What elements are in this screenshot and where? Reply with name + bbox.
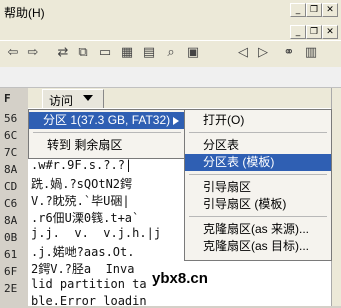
menu-item-partition-1[interactable]: 分区 1(37.3 GB, FAT32) (29, 112, 185, 129)
offset-value: 0B (4, 231, 18, 244)
submenu-item-label: 引导扇区 (模板) (203, 197, 287, 211)
offset-value: 7C (4, 146, 18, 159)
submenu-item-open[interactable]: 打开(O) (185, 112, 331, 129)
submenu-item-partition-table[interactable]: 分区表 (185, 137, 331, 154)
toolbar: ⇦ ⇨ ⇄ ⧉ ▭ ▦ ▤ ⌕ ▣ ◁ ▷ ⚭ ▥ (0, 40, 341, 68)
submenu-item-label: 分区表 (203, 138, 240, 152)
text-line: .w#r.9F.s.?.?| (31, 158, 133, 172)
chip-icon[interactable]: ▦ (118, 45, 136, 61)
chevron-down-icon (83, 95, 93, 101)
submenu-item-label: 克隆扇区(as 目标)... (203, 239, 310, 253)
grid-icon[interactable]: ▤ (140, 45, 158, 61)
restore-icon[interactable]: ❐ (306, 3, 322, 17)
forward-arrow-icon[interactable]: ⇨ (24, 45, 42, 61)
offset-value: 8A (4, 163, 18, 176)
sync-icon[interactable]: ⇄ (54, 45, 72, 61)
submenu-item-boot-sector-template[interactable]: 引导扇区 (模板) (185, 196, 331, 213)
disk-icon[interactable]: ▭ (96, 45, 114, 61)
binoculars-icon[interactable]: ⚭ (280, 45, 298, 61)
scrollbar[interactable] (331, 88, 341, 306)
menu-item-goto-remaining[interactable]: 转到 剩余扇区 (29, 137, 185, 154)
submenu-item-label: 分区表 (模板) (203, 155, 275, 169)
inner-minimize-icon[interactable]: _ (290, 25, 306, 39)
menu-item-label: 转到 剩余扇区 (47, 138, 123, 152)
text-line: .r6佃U溧0篯.t+a` (31, 211, 140, 225)
table-icon[interactable]: ▥ (302, 45, 320, 61)
chevron-right-icon (173, 117, 179, 125)
next-icon[interactable]: ▷ (254, 45, 272, 61)
text-line: j.j. v. v.j.h.|j (31, 226, 162, 240)
submenu-item-partition-table-template[interactable]: 分区表 (模板) (185, 154, 331, 171)
menu-help[interactable]: 帮助(H) (4, 4, 45, 21)
minimize-icon[interactable]: _ (290, 3, 306, 17)
partition-submenu: 打开(O) 分区表 分区表 (模板) 引导扇区 引导扇区 (模板) 克隆扇区(a… (184, 109, 332, 261)
menu-separator (189, 174, 327, 175)
inner-restore-icon[interactable]: ❐ (306, 25, 322, 39)
offset-value: 6F (4, 265, 18, 278)
offset-value: CD (4, 180, 18, 193)
visit-label: 访问 (49, 94, 74, 108)
offset-value: 61 (4, 248, 18, 261)
submenu-item-label: 克隆扇区(as 来源)... (203, 222, 310, 236)
submenu-item-label: 打开(O) (203, 113, 245, 127)
blank-strip (0, 67, 341, 88)
copy-icon[interactable]: ⧉ (74, 45, 92, 61)
text-line: 跣.媧.?sQOtN2鍔 (31, 177, 133, 191)
monitor-icon[interactable]: ▣ (184, 45, 202, 61)
inner-title-bar: _ ❐ ✕ (0, 24, 341, 40)
submenu-item-label: 引导扇区 (203, 180, 252, 194)
offset-value: 6C (4, 129, 18, 142)
offset-value: 2E (4, 282, 18, 295)
text-line: 2鍔V.?胫a Inva (31, 262, 135, 276)
menu-separator (189, 216, 327, 217)
offset-value: 56 (4, 112, 18, 125)
inner-close-icon[interactable]: ✕ (322, 25, 338, 39)
back-arrow-icon[interactable]: ⇦ (4, 45, 22, 61)
search-icon[interactable]: ⌕ (162, 45, 180, 61)
text-line: .j.婼哋?aas.Ot. (31, 245, 135, 259)
visit-button[interactable]: 访问 (42, 89, 104, 109)
submenu-item-boot-sector[interactable]: 引导扇区 (185, 179, 331, 196)
menu-separator (189, 132, 327, 133)
menu-bar: 帮助(H) _ ❐ ✕ (0, 0, 341, 25)
menu-separator (33, 132, 181, 133)
menu-item-label: 分区 1(37.3 GB, FAT32) (43, 113, 171, 127)
offset-column: F 56 6C 7C 8A CD C6 8A 0B 61 6F 2E (0, 88, 29, 306)
text-line: lid partition ta (31, 277, 147, 291)
prev-icon[interactable]: ◁ (234, 45, 252, 61)
submenu-item-clone-source[interactable]: 克隆扇区(as 来源)... (185, 221, 331, 238)
text-line: V.?眈殑.`毕U硱| (31, 194, 130, 208)
offset-value: C6 (4, 197, 18, 210)
close-icon[interactable]: ✕ (322, 3, 338, 17)
column-header: F (4, 92, 11, 105)
offset-value: 8A (4, 214, 18, 227)
watermark: ybx8.cn (150, 270, 210, 287)
partition-menu: 分区 1(37.3 GB, FAT32) 转到 剩余扇区 (28, 109, 186, 159)
submenu-item-clone-target[interactable]: 克隆扇区(as 目标)... (185, 238, 331, 255)
